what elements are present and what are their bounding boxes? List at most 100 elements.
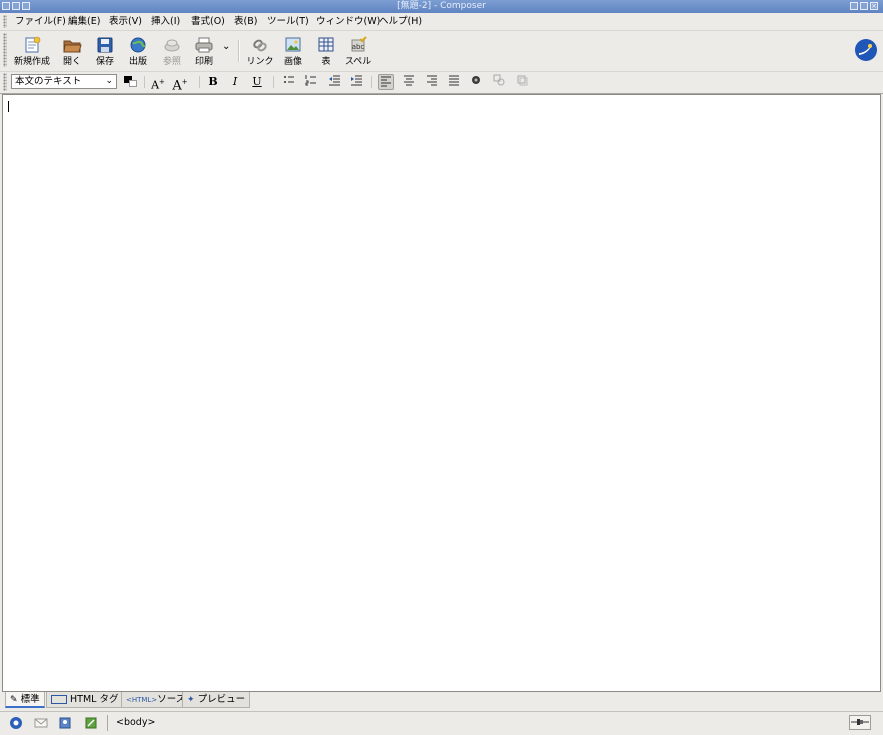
indent-icon [351, 75, 362, 86]
decrease-font-size-icon: A [151, 78, 160, 92]
pen-icon: ✎ [10, 695, 18, 705]
align-center-icon [404, 75, 414, 86]
format-separator [273, 76, 274, 88]
save-disk-icon [97, 37, 113, 53]
decrease-font-size-button[interactable]: A+ [150, 74, 166, 92]
object-position-button[interactable] [468, 74, 484, 90]
bring-forward-icon [493, 74, 505, 86]
menu-help[interactable]: ヘルプ(H) [379, 13, 422, 30]
align-center-button[interactable] [401, 74, 417, 90]
composer-logo-icon [855, 39, 877, 61]
tab-html-tags-label: HTML タグ [70, 694, 119, 705]
publish-globe-icon [130, 37, 146, 53]
address-book-icon[interactable] [58, 716, 72, 730]
align-left-button[interactable] [378, 74, 394, 90]
increase-font-size-icon: A [172, 78, 182, 94]
align-left-icon [381, 76, 391, 87]
mail-icon[interactable] [34, 716, 48, 730]
tab-html-tags[interactable]: HTML タグ [46, 692, 124, 708]
bold-button[interactable]: B [205, 74, 221, 90]
window-titlebar: [無題-2] - Composer × [0, 0, 883, 13]
online-offline-toggle[interactable] [849, 715, 871, 730]
print-label: 印刷 [194, 57, 213, 67]
outdent-icon [329, 75, 340, 86]
tab-normal[interactable]: ✎ 標準 [5, 692, 45, 708]
new-document-icon [25, 36, 41, 53]
increase-font-size-button[interactable]: A+ [172, 74, 188, 94]
link-chain-icon [253, 39, 267, 52]
tab-normal-label: 標準 [20, 694, 40, 705]
spell-button[interactable]: abc スペル [338, 34, 378, 68]
align-right-icon [427, 75, 437, 86]
object-position-icon [472, 76, 480, 84]
html-source-icon: <HTML> [126, 696, 158, 704]
format-separator [199, 76, 200, 88]
print-button[interactable]: 印刷 [184, 34, 224, 68]
format-toolbar: 本文のテキスト ⌄ A+ A+ B I U [0, 71, 883, 94]
table-grid-icon [318, 37, 334, 52]
spellcheck-icon: abc [351, 36, 367, 52]
format-toolbar-grip[interactable] [3, 73, 7, 91]
indent-button[interactable] [348, 74, 364, 90]
spell-label: スペル [344, 57, 372, 67]
composition-toolbar: 新規作成 開く 保存 出版 参照 印刷 ⌄ リンク 画像 表 abc スペル [0, 30, 883, 72]
text-caret [8, 101, 9, 112]
bullet-list-button[interactable] [281, 74, 297, 90]
text-color-picker[interactable] [122, 75, 138, 89]
menu-edit[interactable]: 編集(E) [68, 13, 100, 30]
navigator-icon[interactable] [9, 716, 23, 730]
new-button[interactable]: 新規作成 [12, 34, 52, 68]
print-dropdown-chevron-icon[interactable]: ⌄ [222, 41, 230, 52]
close-icon[interactable]: × [870, 2, 878, 10]
statusbar: <body> [0, 711, 883, 735]
menu-format[interactable]: 書式(O) [191, 13, 225, 30]
browse-icon [164, 39, 180, 52]
image-picture-icon [285, 37, 301, 52]
new-label: 新規作成 [13, 57, 50, 67]
paragraph-format-select[interactable]: 本文のテキスト ⌄ [11, 74, 117, 89]
menu-insert[interactable]: 挿入(I) [151, 13, 180, 30]
edit-mode-tabs: ✎ 標準 HTML タグ <HTML>ソース ✦ プレビュー [0, 692, 883, 711]
format-separator [144, 76, 145, 88]
format-separator [371, 76, 372, 88]
menubar: ファイル(F) 編集(E) 表示(V) 挿入(I) 書式(O) 表(B) ツール… [0, 13, 883, 31]
send-backward-icon [517, 75, 528, 86]
window-title: [無題-2] - Composer [397, 1, 486, 11]
paragraph-format-value: 本文のテキスト [15, 76, 82, 87]
composer-icon[interactable] [84, 716, 98, 730]
justify-button[interactable] [446, 74, 462, 90]
maximize-icon[interactable] [860, 2, 868, 10]
minimize-icon[interactable] [850, 2, 858, 10]
menu-tools[interactable]: ツール(T) [267, 13, 309, 30]
tab-source[interactable]: <HTML>ソース [121, 692, 191, 708]
numbered-list-button[interactable] [303, 74, 319, 90]
menu-file[interactable]: ファイル(F) [15, 13, 66, 30]
toolbar-grip[interactable] [3, 33, 7, 67]
underline-button[interactable]: U [249, 74, 265, 90]
menubar-grip[interactable] [3, 15, 7, 28]
italic-button[interactable]: I [227, 74, 243, 90]
preview-icon: ✦ [187, 695, 195, 705]
chevron-down-icon: ⌄ [105, 76, 113, 86]
z-order-forward-button[interactable] [491, 74, 507, 90]
plug-icon [851, 719, 869, 725]
numbered-list-icon [305, 75, 316, 86]
menu-table[interactable]: 表(B) [234, 13, 257, 30]
svg-text:abc: abc [352, 43, 365, 51]
editor-canvas[interactable] [2, 94, 881, 692]
background-color-swatch [129, 80, 137, 87]
html-tags-icon [51, 695, 67, 704]
status-separator [107, 715, 108, 731]
tab-preview[interactable]: ✦ プレビュー [182, 692, 251, 708]
outdent-button[interactable] [326, 74, 342, 90]
printer-icon [195, 37, 213, 53]
element-path[interactable]: <body> [116, 717, 155, 728]
justify-icon [449, 75, 459, 86]
z-order-backward-button[interactable] [514, 74, 530, 90]
tab-preview-label: プレビュー [197, 694, 246, 705]
menu-view[interactable]: 表示(V) [109, 13, 142, 30]
menu-window[interactable]: ウィンドウ(W) [316, 13, 380, 30]
align-right-button[interactable] [424, 74, 440, 90]
open-folder-icon [63, 40, 82, 53]
bullet-list-icon [284, 76, 294, 83]
